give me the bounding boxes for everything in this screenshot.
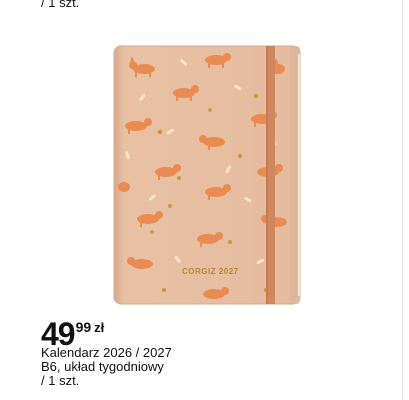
price-decimals: 99 xyxy=(75,319,92,335)
previous-item-unit: / 1 szt. xyxy=(41,0,80,10)
product-image[interactable]: CORGIZ 2027 xyxy=(112,44,302,306)
description-line-3: / 1 szt. xyxy=(41,373,80,388)
product-description: Kalendarz 2026 / 2027 B6, układ tygodnio… xyxy=(41,346,172,388)
price-currency: zł xyxy=(94,320,105,335)
cover-title: CORGIZ 2027 xyxy=(182,267,239,276)
description-line-2: B6, układ tygodniowy xyxy=(41,359,164,374)
column-divider xyxy=(402,0,403,400)
description-line-1: Kalendarz 2026 / 2027 xyxy=(41,345,172,360)
product-card: / 1 szt. CORGIZ 2027 4999 zł Kalendarz 2… xyxy=(0,0,409,400)
